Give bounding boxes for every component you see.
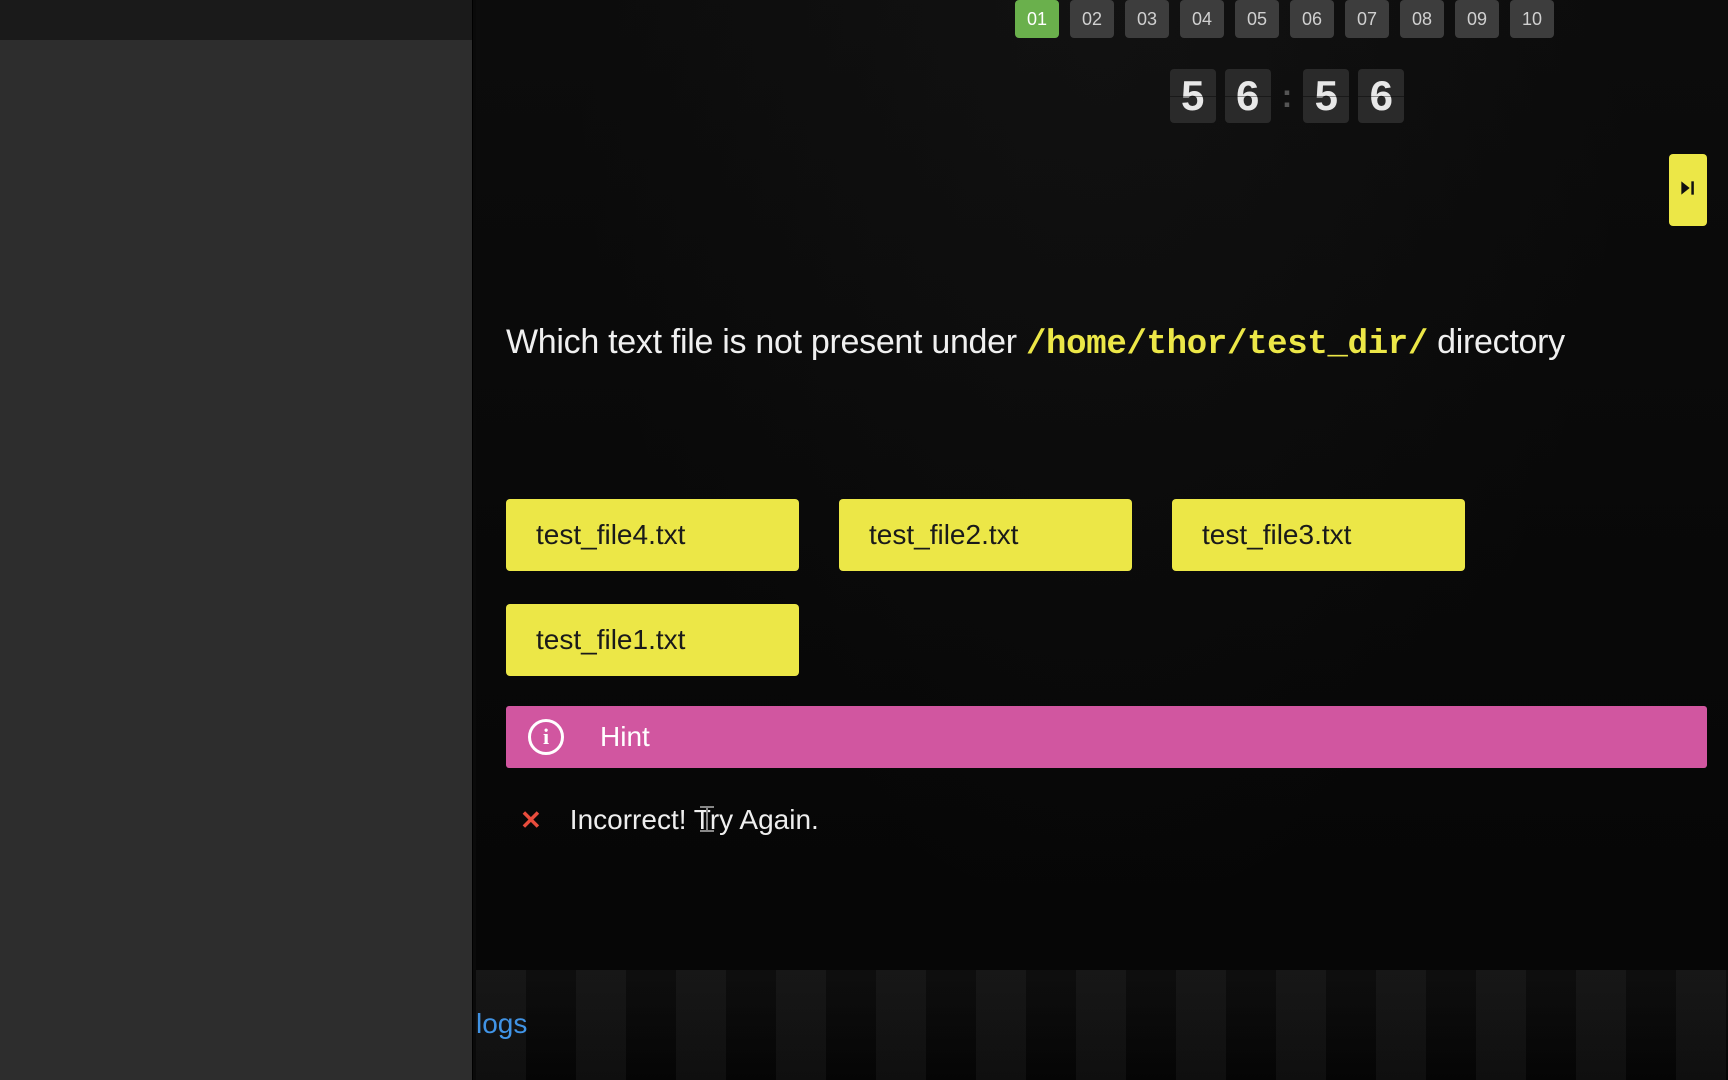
answer-option-1[interactable]: test_file4.txt [506,499,799,571]
timer-second-tens: 5 [1303,69,1349,123]
answers-grid: test_file4.txt test_file2.txt test_file3… [506,499,1728,676]
answer-option-2[interactable]: test_file2.txt [839,499,1132,571]
feedback-text-value: Incorrect! Try Again. [570,804,819,835]
answer-option-3[interactable]: test_file3.txt [1172,499,1465,571]
answer-option-4[interactable]: test_file1.txt [506,604,799,676]
sidebar-panel [0,0,472,1080]
step-pill-03[interactable]: 03 [1125,0,1169,38]
timer-second-ones: 6 [1358,69,1404,123]
question-suffix: directory [1428,323,1565,361]
hint-button[interactable]: i Hint [506,706,1707,768]
step-pill-09[interactable]: 09 [1455,0,1499,38]
step-pill-04[interactable]: 04 [1180,0,1224,38]
question-code-path: /home/thor/test_dir/ [1026,326,1428,364]
step-pill-06[interactable]: 06 [1290,0,1334,38]
step-pill-02[interactable]: 02 [1070,0,1114,38]
timer-minute-ones: 6 [1225,69,1271,123]
info-icon: i [528,719,564,755]
hint-label: Hint [600,721,650,753]
skip-next-button[interactable] [1669,154,1707,226]
feedback-row: ✕ Incorrect! Try Again. [520,804,1728,836]
timer-minute-tens: 5 [1170,69,1216,123]
question-text: Which text file is not present under /ho… [506,323,1728,364]
step-pill-08[interactable]: 08 [1400,0,1444,38]
step-pill-05[interactable]: 05 [1235,0,1279,38]
step-pill-01[interactable]: 01 [1015,0,1059,38]
timer-colon: : [1280,78,1295,115]
question-prefix: Which text file is not present under [506,323,1026,361]
sidebar-header-strip [0,0,472,40]
main-panel: 01 02 03 04 05 06 07 08 09 10 5 6 : 5 6 … [476,0,1728,1080]
logs-link[interactable]: logs [476,1008,527,1040]
step-navigator: 01 02 03 04 05 06 07 08 09 10 [841,0,1728,38]
step-pill-10[interactable]: 10 [1510,0,1554,38]
step-pill-07[interactable]: 07 [1345,0,1389,38]
incorrect-icon: ✕ [520,805,542,836]
skip-next-icon [1678,178,1698,203]
countdown-timer: 5 6 : 5 6 [846,69,1728,123]
feedback-text: Incorrect! Try Again. [570,804,819,836]
